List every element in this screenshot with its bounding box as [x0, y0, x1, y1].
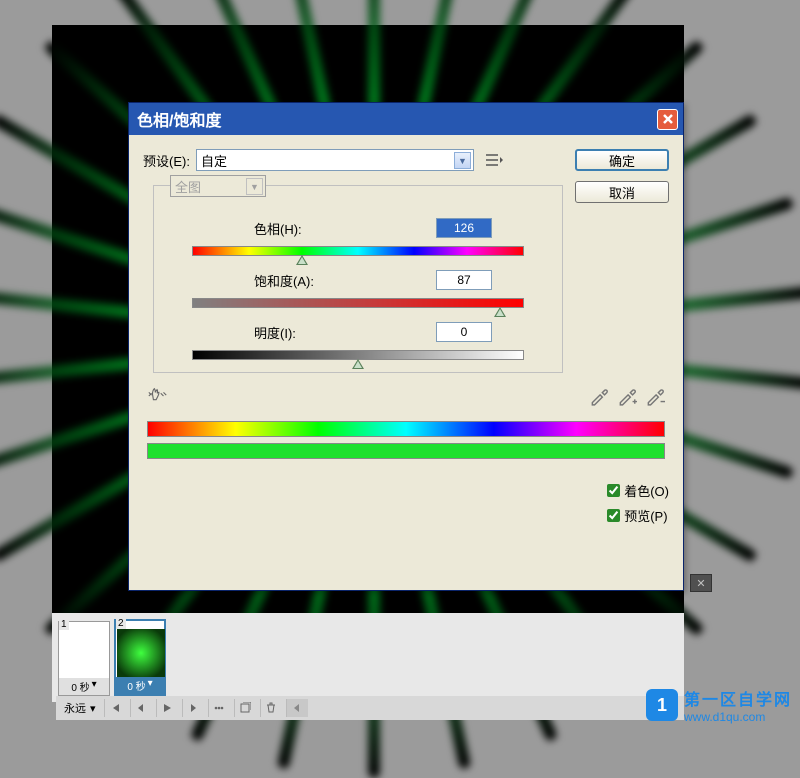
- next-frame-button[interactable]: [182, 699, 204, 717]
- eyedropper-minus-icon[interactable]: [645, 386, 665, 404]
- saturation-slider[interactable]: [192, 298, 524, 308]
- scroll-left-button[interactable]: [286, 699, 308, 717]
- animation-controls: 永远▾: [56, 696, 684, 720]
- ok-label: 确定: [609, 151, 635, 170]
- lightness-thumb[interactable]: [352, 359, 364, 369]
- preview-input[interactable]: [607, 509, 620, 522]
- hue-input[interactable]: [436, 218, 492, 238]
- spectrum-bar-result: [147, 443, 665, 459]
- preset-label: 预设(E):: [143, 151, 190, 170]
- watermark: 1 第一区自学网 www.d1qu.com: [646, 686, 792, 724]
- eyedropper-plus-icon[interactable]: [617, 386, 637, 404]
- watermark-url: www.d1qu.com: [684, 710, 792, 724]
- hue-saturation-dialog: 色相/饱和度 预设(E): 自定 ▼ 确定 取消 全图 ▼: [128, 102, 684, 591]
- preset-value: 自定: [201, 151, 227, 170]
- play-button[interactable]: [156, 699, 178, 717]
- hue-thumb[interactable]: [296, 255, 308, 265]
- hue-label: 色相(H):: [254, 219, 302, 238]
- preset-select[interactable]: 自定 ▼: [196, 149, 474, 171]
- chevron-down-icon: ▼: [454, 152, 471, 169]
- frame-1[interactable]: 1 0 秒▾: [58, 621, 110, 696]
- saturation-thumb[interactable]: [494, 307, 506, 317]
- preview-label: 预览(P): [624, 506, 667, 525]
- loop-value: 永远: [64, 700, 86, 716]
- lightness-input[interactable]: [436, 322, 492, 342]
- prev-frame-button[interactable]: [130, 699, 152, 717]
- chevron-down-icon: ▼: [246, 178, 263, 195]
- first-frame-button[interactable]: [104, 699, 126, 717]
- hue-slider[interactable]: [192, 246, 524, 256]
- frame-number: 2: [116, 618, 126, 629]
- frame-2[interactable]: 2 0 秒▾: [114, 619, 166, 696]
- loop-select[interactable]: 永远▾: [60, 700, 100, 716]
- dialog-title: 色相/饱和度: [137, 107, 657, 131]
- colorize-checkbox[interactable]: 着色(O): [607, 481, 669, 500]
- dialog-titlebar[interactable]: 色相/饱和度: [129, 103, 683, 135]
- lightness-slider[interactable]: [192, 350, 524, 360]
- frame-number: 1: [59, 619, 69, 630]
- channel-value: 全图: [175, 177, 201, 196]
- panel-close-icon[interactable]: ✕: [690, 574, 712, 592]
- duplicate-frame-button[interactable]: [234, 699, 256, 717]
- colorize-input[interactable]: [607, 484, 620, 497]
- delete-frame-button[interactable]: [260, 699, 282, 717]
- preset-menu-icon[interactable]: [486, 151, 506, 169]
- frame-thumbnail: [60, 630, 108, 678]
- sliders-panel: 全图 ▼ 色相(H): 饱和度(A):: [153, 185, 563, 373]
- channel-select[interactable]: 全图 ▼: [170, 175, 266, 197]
- frame-thumbnail: [117, 629, 165, 677]
- cancel-button[interactable]: 取消: [575, 181, 669, 203]
- preview-checkbox[interactable]: 预览(P): [607, 506, 669, 525]
- lightness-label: 明度(I):: [254, 323, 296, 342]
- scrubby-hand-icon[interactable]: [147, 385, 169, 405]
- cancel-label: 取消: [609, 183, 635, 202]
- close-button[interactable]: [657, 109, 678, 130]
- colorize-label: 着色(O): [624, 481, 669, 500]
- frame-delay[interactable]: 0 秒▾: [59, 678, 109, 695]
- watermark-text: 第一区自学网: [684, 686, 792, 710]
- spectrum-bar-source: [147, 421, 665, 437]
- animation-frames: 1 0 秒▾ 2 0 秒▾: [52, 613, 684, 702]
- saturation-label: 饱和度(A):: [254, 271, 314, 290]
- frame-delay[interactable]: 0 秒▾: [116, 677, 164, 694]
- ok-button[interactable]: 确定: [575, 149, 669, 171]
- saturation-input[interactable]: [436, 270, 492, 290]
- watermark-logo: 1: [646, 689, 678, 721]
- eyedropper-icon[interactable]: [589, 386, 609, 404]
- tween-button[interactable]: [208, 699, 230, 717]
